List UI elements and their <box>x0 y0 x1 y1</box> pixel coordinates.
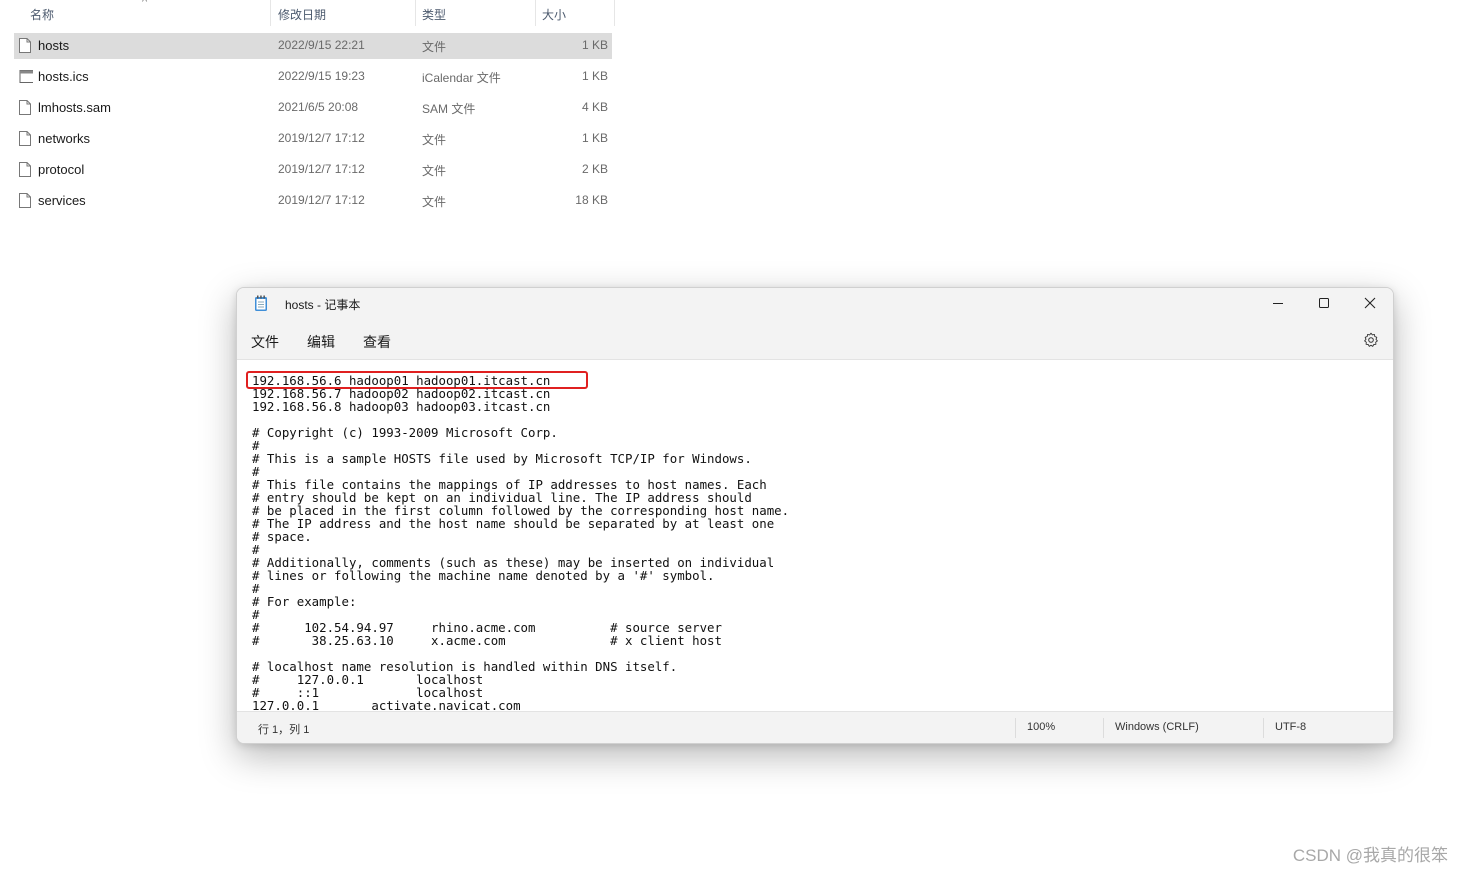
title-bar[interactable]: hosts - 记事本 <box>237 288 1393 320</box>
file-modified: 2019/12/7 17:12 <box>278 162 365 176</box>
notepad-app-icon <box>255 295 267 311</box>
file-name: hosts <box>38 38 70 53</box>
settings-gear-icon[interactable] <box>1363 332 1379 348</box>
hosts-file-content[interactable]: 192.168.56.6 hadoop01 hadoop01.itcast.cn… <box>252 374 789 712</box>
file-size: 1 KB <box>581 69 608 83</box>
zoom-level: 100% <box>1027 721 1056 733</box>
column-divider[interactable] <box>270 0 271 26</box>
file-row-lmhosts-sam[interactable]: lmhosts.sam 2021/6/5 20:08 SAM 文件 4 KB <box>14 95 612 121</box>
maximize-icon <box>1319 298 1329 308</box>
file-row-hosts[interactable]: hosts 2022/9/15 22:21 文件 1 KB <box>14 33 612 59</box>
maximize-button[interactable] <box>1301 288 1347 318</box>
menu-bar: 文件 编辑 查看 <box>237 320 1393 360</box>
file-type: SAM 文件 <box>422 102 476 116</box>
file-name: lmhosts.sam <box>38 100 111 115</box>
close-icon <box>1364 297 1376 309</box>
file-icon <box>19 38 31 53</box>
file-type: iCalendar 文件 <box>422 71 501 85</box>
column-divider[interactable] <box>535 0 536 26</box>
column-header-modified[interactable]: 修改日期 <box>278 6 326 23</box>
file-size: 4 KB <box>581 100 608 114</box>
line-ending: Windows (CRLF) <box>1115 721 1199 733</box>
file-explorer-list: ^ 名称 修改日期 类型 大小 hosts 2022/9/15 22:21 文件… <box>0 0 620 230</box>
file-size: 1 KB <box>581 131 608 145</box>
file-modified: 2019/12/7 17:12 <box>278 193 365 207</box>
file-icon <box>19 100 31 115</box>
column-header-type[interactable]: 类型 <box>422 6 446 23</box>
file-icon <box>19 162 31 177</box>
encoding: UTF-8 <box>1275 721 1307 733</box>
file-size: 1 KB <box>581 38 608 52</box>
column-header-size[interactable]: 大小 <box>542 6 566 23</box>
menu-edit[interactable]: 编辑 <box>307 332 335 352</box>
column-header-row: ^ 名称 修改日期 类型 大小 <box>0 0 616 28</box>
minimize-icon <box>1273 303 1283 304</box>
menu-view[interactable]: 查看 <box>363 332 391 352</box>
file-name: protocol <box>38 162 85 177</box>
file-row-networks[interactable]: networks 2019/12/7 17:12 文件 1 KB <box>14 126 612 152</box>
status-divider <box>1263 718 1264 738</box>
file-type: 文件 <box>422 133 447 147</box>
file-row-hosts-ics[interactable]: hosts.ics 2022/9/15 19:23 iCalendar 文件 1… <box>14 64 612 90</box>
column-divider[interactable] <box>415 0 416 26</box>
file-size: 2 KB <box>581 162 608 176</box>
file-icon <box>19 131 31 146</box>
calendar-file-icon <box>19 70 33 83</box>
file-name: services <box>38 193 86 208</box>
close-button[interactable] <box>1347 288 1393 318</box>
notepad-window: hosts - 记事本 文件 编辑 查看 192.168.56.6 hadoop… <box>236 287 1394 744</box>
window-title: hosts - 记事本 <box>285 298 361 312</box>
status-bar: 行 1，列 1 100% Windows (CRLF) UTF-8 <box>237 711 1393 743</box>
file-type: 文件 <box>422 195 447 209</box>
menu-file[interactable]: 文件 <box>251 332 279 352</box>
column-header-name[interactable]: 名称 <box>30 6 54 23</box>
file-name: networks <box>38 131 91 146</box>
status-divider <box>1015 718 1016 738</box>
file-row-services[interactable]: services 2019/12/7 17:12 文件 18 KB <box>14 188 612 214</box>
column-divider[interactable] <box>614 0 615 26</box>
file-type: 文件 <box>422 164 447 178</box>
file-type: 文件 <box>422 40 447 54</box>
sort-ascending-icon: ^ <box>142 0 148 8</box>
file-row-protocol[interactable]: protocol 2019/12/7 17:12 文件 2 KB <box>14 157 612 183</box>
cursor-position: 行 1，列 1 <box>258 724 310 736</box>
minimize-button[interactable] <box>1255 288 1301 318</box>
text-editor-area[interactable]: 192.168.56.6 hadoop01 hadoop01.itcast.cn… <box>237 360 1393 712</box>
file-modified: 2019/12/7 17:12 <box>278 131 365 145</box>
file-modified: 2021/6/5 20:08 <box>278 100 359 114</box>
file-name: hosts.ics <box>38 69 89 84</box>
status-divider <box>1103 718 1104 738</box>
file-modified: 2022/9/15 22:21 <box>278 38 365 52</box>
file-modified: 2022/9/15 19:23 <box>278 69 365 83</box>
file-size: 18 KB <box>575 193 608 207</box>
file-icon <box>19 193 31 208</box>
watermark-text: CSDN @我真的很笨 <box>1292 846 1448 865</box>
